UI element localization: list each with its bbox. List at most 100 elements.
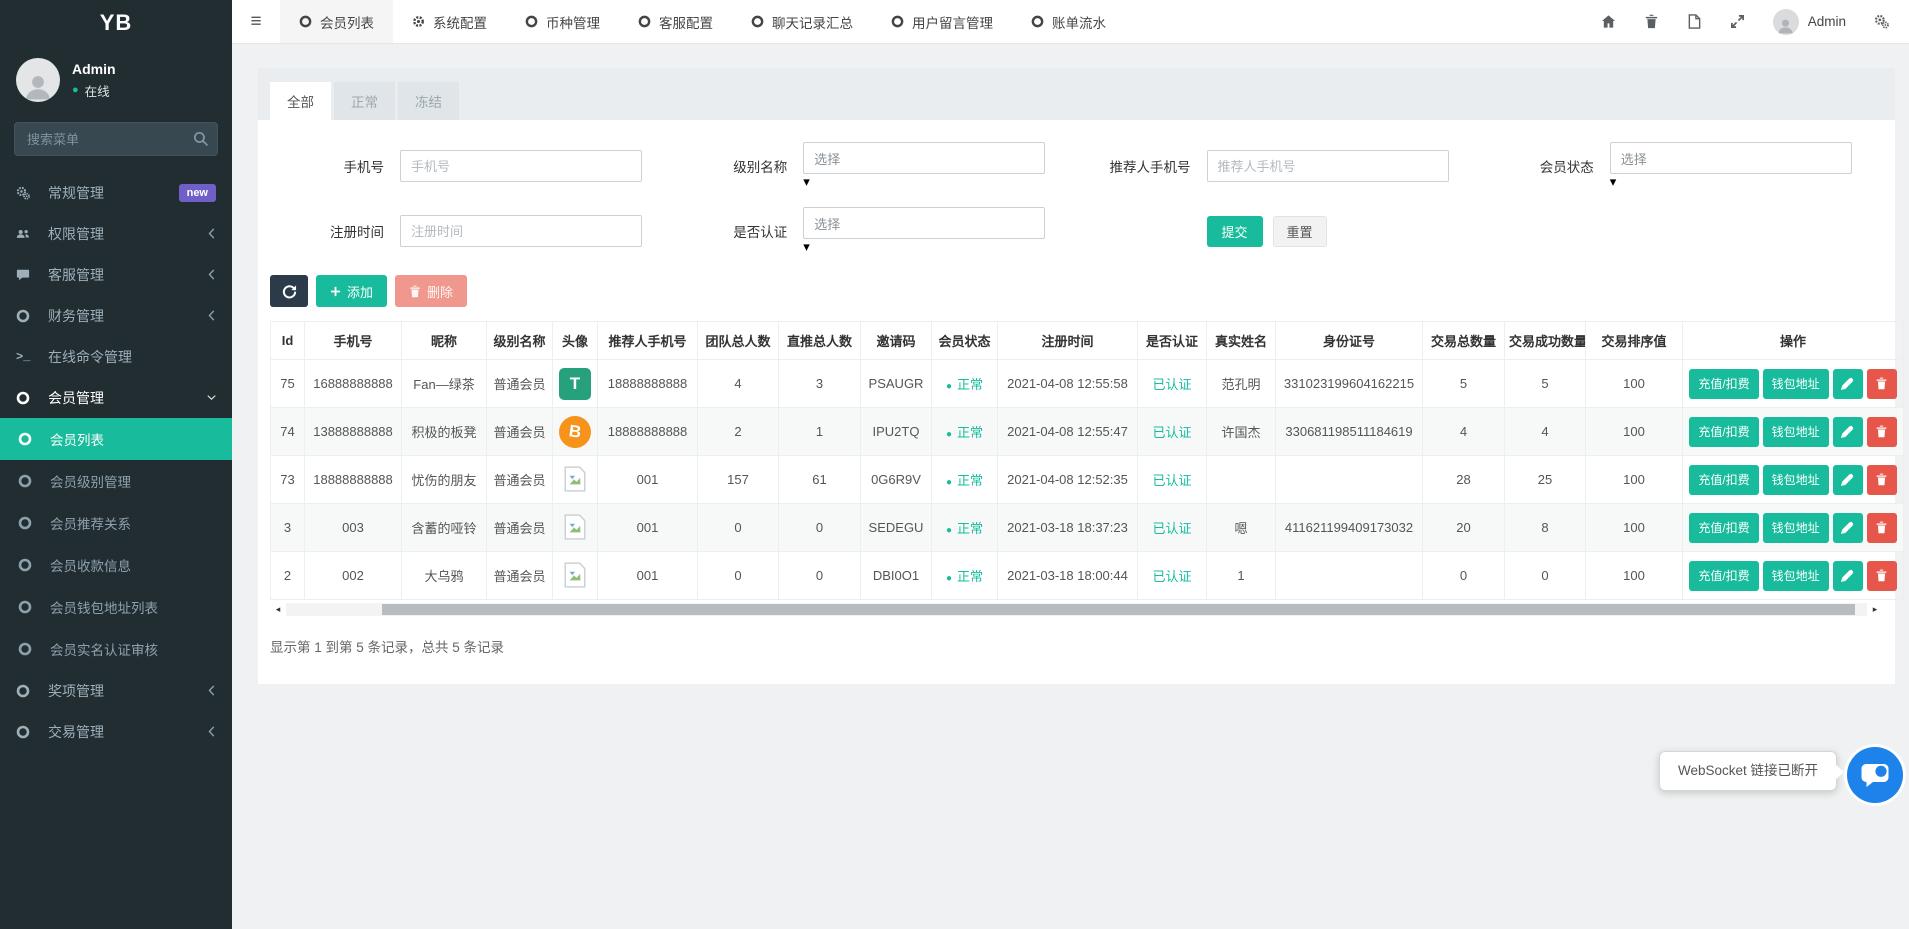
recharge-deduct-button[interactable]: 充值/扣费 <box>1689 513 1758 543</box>
sidebar-item[interactable]: >_ 交易管理 <box>0 711 232 752</box>
scroll-right-arrow[interactable]: ▸ <box>1867 603 1883 616</box>
cell-referrer: 18888888888 <box>598 360 698 408</box>
wallet-address-button[interactable]: 钱包地址 <box>1763 513 1829 543</box>
level-select[interactable]: 选择 <box>803 142 1045 174</box>
sidebar-item[interactable]: >_ 权限管理 <box>0 213 232 254</box>
member-avatar: T B <box>559 425 591 440</box>
sidebar-item[interactable]: >_ 客服管理 <box>0 254 232 295</box>
sidebar-item[interactable]: >_ 在线命令管理 <box>0 336 232 377</box>
trash-icon <box>1875 425 1888 438</box>
phone-input[interactable] <box>400 150 642 182</box>
cell-direct-total: 3 <box>779 360 861 408</box>
col-team-total: 团队总人数 <box>698 322 779 360</box>
recharge-deduct-button[interactable]: 充值/扣费 <box>1689 369 1758 399</box>
circle-icon <box>18 432 32 446</box>
refresh-button[interactable] <box>270 275 308 307</box>
chat-bubble-icon <box>16 268 30 282</box>
nav-tab[interactable]: 客服配置 <box>619 0 732 43</box>
wallet-address-button[interactable]: 钱包地址 <box>1763 465 1829 495</box>
status-filter-tab[interactable]: 冻结 <box>398 82 459 120</box>
verified-select[interactable]: 选择 <box>803 207 1045 239</box>
sidebar-item-label: 会员钱包地址列表 <box>50 597 158 617</box>
cell-real-name: 1 <box>1207 552 1276 600</box>
edit-button[interactable] <box>1833 369 1863 399</box>
cell-id: 73 <box>271 456 305 504</box>
sidebar-item[interactable]: >_ 会员推荐关系 <box>0 502 232 544</box>
scrollbar-thumb[interactable] <box>382 604 1855 615</box>
row-delete-button[interactable] <box>1867 369 1897 399</box>
trash-icon[interactable] <box>1644 14 1659 29</box>
reset-button[interactable]: 重置 <box>1273 216 1327 247</box>
status-filter-tab[interactable]: 正常 <box>334 82 395 120</box>
cell-reg-time: 2021-04-08 12:52:35 <box>998 456 1138 504</box>
pencil-icon <box>1841 521 1854 534</box>
wallet-address-button[interactable]: 钱包地址 <box>1763 417 1829 447</box>
settings-gears-icon[interactable] <box>1874 14 1889 29</box>
status-dot-icon: ● <box>946 525 952 536</box>
sidebar-item[interactable]: >_ 奖项管理 <box>0 670 232 711</box>
gear-icon <box>412 15 425 28</box>
chat-fab-button[interactable] <box>1847 747 1903 803</box>
sidebar-item[interactable]: >_ 会员级别管理 <box>0 460 232 502</box>
circle-icon <box>751 15 764 28</box>
cell-direct-total: 0 <box>779 552 861 600</box>
fullscreen-icon[interactable] <box>1730 14 1745 29</box>
referrer-phone-input[interactable] <box>1207 150 1449 182</box>
user-menu[interactable]: Admin <box>1773 9 1846 35</box>
cell-reg-time: 2021-03-18 18:37:23 <box>998 504 1138 552</box>
row-delete-button[interactable] <box>1867 561 1897 591</box>
edit-button[interactable] <box>1833 417 1863 447</box>
chevron-left-icon <box>207 685 216 696</box>
sidebar-item[interactable]: >_ 会员列表 <box>0 418 232 460</box>
cell-avatar: T B <box>553 408 598 456</box>
status-filter-tab[interactable]: 全部 <box>270 82 331 120</box>
nav-tab[interactable]: 用户留言管理 <box>872 0 1012 43</box>
sidebar-item[interactable]: >_ 会员收款信息 <box>0 544 232 586</box>
nav-tab[interactable]: 系统配置 <box>393 0 506 43</box>
cell-trade-total: 20 <box>1423 504 1505 552</box>
nav-tab[interactable]: 会员列表 <box>280 0 393 43</box>
wallet-address-button[interactable]: 钱包地址 <box>1763 369 1829 399</box>
recharge-deduct-button[interactable]: 充值/扣费 <box>1689 417 1758 447</box>
row-delete-button[interactable] <box>1867 513 1897 543</box>
pagination-summary: 显示第 1 到第 5 条记录，总共 5 条记录 <box>258 616 1895 684</box>
nav-tab[interactable]: 币种管理 <box>506 0 619 43</box>
chat-bubble-icon <box>1859 759 1891 791</box>
circle-icon <box>891 15 904 28</box>
member-avatar: T B <box>562 576 588 591</box>
cell-trade-sort: 100 <box>1586 360 1683 408</box>
recharge-deduct-button[interactable]: 充值/扣费 <box>1689 465 1758 495</box>
col-trade-sort: 交易排序值 <box>1586 322 1683 360</box>
nav-tab[interactable]: 聊天记录汇总 <box>732 0 872 43</box>
edit-button[interactable] <box>1833 513 1863 543</box>
edit-button[interactable] <box>1833 465 1863 495</box>
add-button[interactable]: 添加 <box>316 275 387 307</box>
sidebar-item[interactable]: >_ 常规管理 new <box>0 172 232 213</box>
chevron-down-icon <box>207 392 216 403</box>
hamburger-menu-icon[interactable]: ≡ <box>232 11 280 33</box>
refresh-icon <box>282 284 297 299</box>
row-delete-button[interactable] <box>1867 417 1897 447</box>
scroll-left-arrow[interactable]: ◂ <box>270 603 286 616</box>
sidebar-item[interactable]: >_ 财务管理 <box>0 295 232 336</box>
edit-button[interactable] <box>1833 561 1863 591</box>
member-status-select[interactable]: 选择 <box>1610 142 1852 174</box>
clear-cache-icon[interactable] <box>1687 14 1702 29</box>
broken-image-icon <box>562 464 588 494</box>
home-icon[interactable] <box>1601 14 1616 29</box>
nav-tab[interactable]: 账单流水 <box>1012 0 1125 43</box>
row-delete-button[interactable] <box>1867 465 1897 495</box>
col-referrer: 推荐人手机号 <box>598 322 698 360</box>
wallet-address-button[interactable]: 钱包地址 <box>1763 561 1829 591</box>
delete-button[interactable]: 删除 <box>395 275 467 307</box>
sidebar-item[interactable]: >_ 会员钱包地址列表 <box>0 586 232 628</box>
nav-tab-label: 用户留言管理 <box>912 12 993 32</box>
chevron-left-icon <box>207 726 216 737</box>
regtime-input[interactable] <box>400 215 642 247</box>
sidebar-item[interactable]: >_ 会员实名认证审核 <box>0 628 232 670</box>
search-input[interactable] <box>14 122 218 156</box>
submit-button[interactable]: 提交 <box>1207 216 1263 247</box>
sidebar-item[interactable]: >_ 会员管理 <box>0 377 232 418</box>
recharge-deduct-button[interactable]: 充值/扣费 <box>1689 561 1758 591</box>
search-icon[interactable] <box>193 131 208 146</box>
